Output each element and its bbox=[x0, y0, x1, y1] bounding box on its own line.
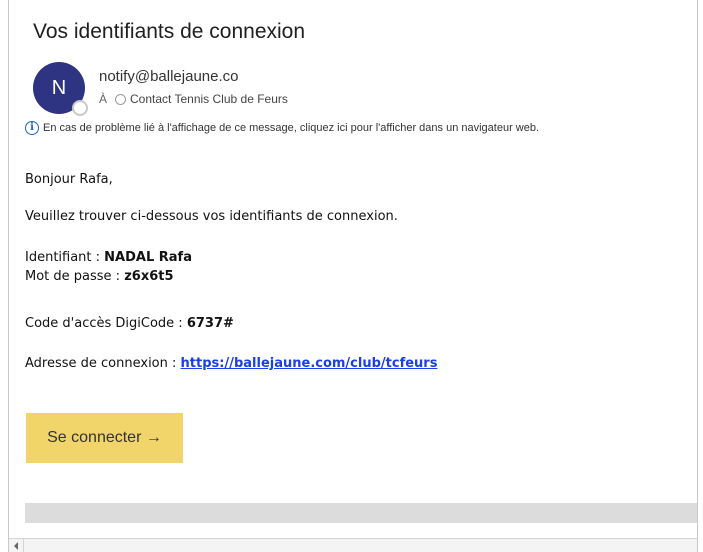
identifier-label: Identifiant : bbox=[25, 250, 105, 265]
digicode-value: 6737# bbox=[186, 316, 234, 331]
recipient-line: À Contact Tennis Club de Feurs bbox=[99, 92, 288, 106]
digicode-label: Code d'accès DigiCode : bbox=[25, 316, 187, 331]
horizontal-scrollbar[interactable] bbox=[9, 538, 697, 552]
sender-address[interactable]: notify@ballejaune.co bbox=[99, 68, 238, 85]
identifier-line: Identifiant : NADAL Rafa bbox=[25, 248, 192, 267]
display-problem-text[interactable]: En cas de problème lié à l'affichage de … bbox=[43, 122, 539, 134]
scroll-left-arrow-icon[interactable] bbox=[9, 539, 24, 552]
address-line: Adresse de connexion : https://ballejaun… bbox=[25, 354, 437, 373]
recipient-name[interactable]: Contact Tennis Club de Feurs bbox=[130, 92, 288, 106]
connection-link[interactable]: https://ballejaune.com/club/tcfeurs bbox=[181, 356, 438, 371]
recipient-presence-icon bbox=[115, 93, 127, 105]
email-reading-pane: Vos identifiants de connexion N notify@b… bbox=[8, 0, 698, 552]
to-prefix: À bbox=[99, 92, 108, 106]
intro-text: Veuillez trouver ci-dessous vos identifi… bbox=[25, 209, 398, 224]
greeting: Bonjour Rafa, bbox=[25, 172, 113, 187]
connect-button[interactable]: Se connecter → bbox=[26, 413, 183, 463]
password-value: z6x6t5 bbox=[124, 269, 174, 284]
display-problem-notice[interactable]: i En cas de problème lié à l'affichage d… bbox=[25, 121, 539, 135]
footer-bar bbox=[25, 503, 697, 523]
address-label: Adresse de connexion : bbox=[25, 356, 181, 371]
info-icon: i bbox=[25, 121, 39, 135]
avatar-initial: N bbox=[51, 76, 67, 99]
presence-status-icon bbox=[72, 100, 88, 116]
password-line: Mot de passe : z6x6t5 bbox=[25, 267, 174, 286]
password-label: Mot de passe : bbox=[25, 269, 125, 284]
email-subject: Vos identifiants de connexion bbox=[33, 20, 306, 43]
identifier-value: NADAL Rafa bbox=[104, 250, 192, 265]
digicode-line: Code d'accès DigiCode : 6737# bbox=[25, 314, 234, 333]
